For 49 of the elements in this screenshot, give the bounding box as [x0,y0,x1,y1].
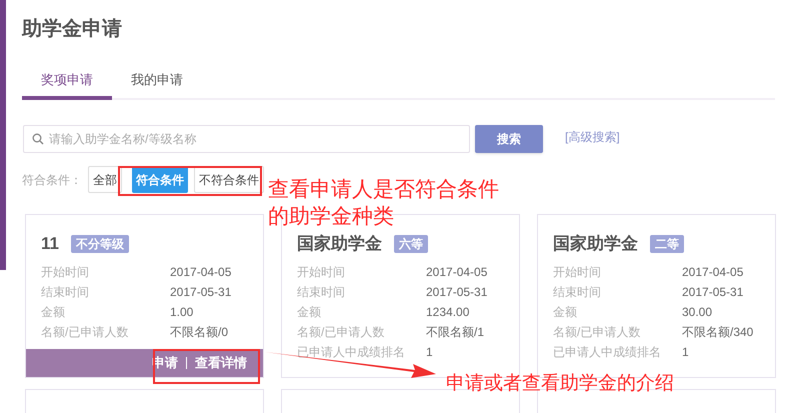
grade-badge: 不分等级 [70,235,129,253]
advanced-search-link[interactable]: [高级搜索] [565,128,620,146]
field-value: 2017-05-31 [682,284,744,301]
search-button[interactable]: 搜索 [475,125,543,153]
field-label: 名额/已申请人数 [41,324,130,341]
field-label: 开始时间 [297,264,346,281]
filter-label: 符合条件： [22,172,82,188]
annotation-text: 查看申请人是否符合条件的助学金种类 [268,177,500,230]
field-label: 结束时间 [297,284,346,301]
field-label: 金额 [41,304,66,321]
page-title: 助学金申请 [22,17,123,42]
field-value: 不限名额/0 [170,324,228,341]
filter-option[interactable]: 全部 [88,166,122,193]
field-label: 结束时间 [553,284,602,301]
field-label: 已申请人中成绩排名 [553,344,662,361]
field-value: 1 [682,344,689,361]
field-label: 金额 [553,304,578,321]
filter-option[interactable]: 符合条件 [132,166,188,193]
field-value: 1 [426,344,433,361]
tab[interactable]: 奖项申请 [22,64,112,100]
field-value: 2017-04-05 [682,264,744,281]
field-label: 名额/已申请人数 [297,324,386,341]
grade-badge: 二等 [650,235,684,253]
field-label: 已申请人中成绩排名 [297,344,406,361]
search-field[interactable]: 请输入助学金名称/等级名称 [23,125,470,153]
field-label: 开始时间 [41,264,90,281]
card-title: 11 [41,233,59,255]
filter-option[interactable]: 不符合条件 [194,166,264,193]
field-value: 30.00 [682,304,712,321]
field-value: 不限名额/340 [682,324,754,341]
field-label: 金额 [297,304,322,321]
grade-badge: 六等 [394,235,428,253]
field-value: 不限名额/1 [426,324,484,341]
field-value: 1234.00 [426,304,470,321]
field-label: 名额/已申请人数 [553,324,642,341]
field-value: 2017-05-31 [426,284,488,301]
field-value: 2017-04-05 [426,264,488,281]
card-title: 国家助学金 [297,233,382,255]
field-value: 2017-04-05 [170,264,232,281]
field-label: 结束时间 [41,284,90,301]
field-value: 1.00 [170,304,194,321]
card-title: 国家助学金 [553,233,638,255]
annotation-text: 申请或者查看助学金的介绍 [446,372,674,396]
search-icon [32,133,44,145]
field-value: 2017-05-31 [170,284,232,301]
field-label: 开始时间 [553,264,602,281]
card-action-link[interactable]: 查看详情 [195,353,247,373]
tab[interactable]: 我的申请 [112,64,202,100]
search-input[interactable]: 请输入助学金名称/等级名称 [49,130,461,148]
